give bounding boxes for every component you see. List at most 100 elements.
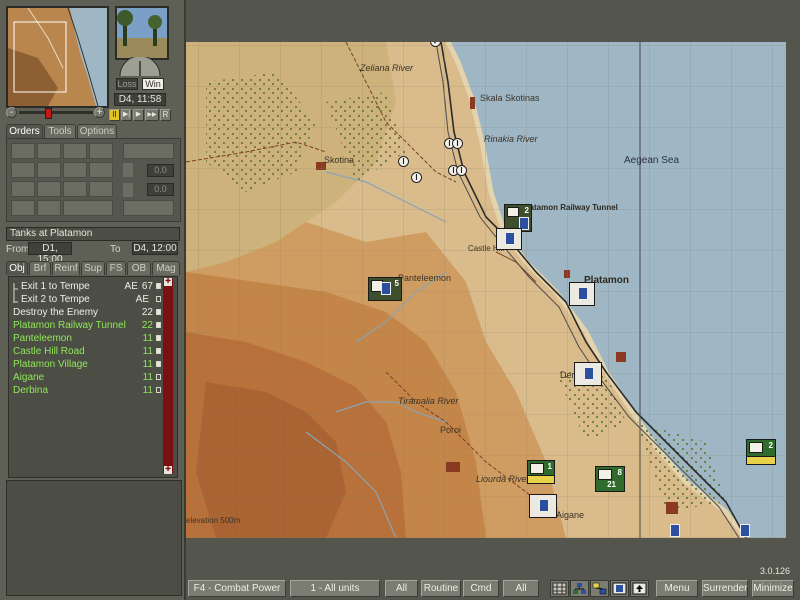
replay-button[interactable]: R [160, 109, 171, 121]
order-attach-button[interactable] [123, 143, 174, 159]
objective-row[interactable]: Panteleemon 11 [9, 332, 161, 345]
zoom-slider-track[interactable] [19, 111, 93, 114]
objective-checkbox[interactable] [156, 283, 161, 289]
tab-reinf[interactable]: Reinf [52, 261, 80, 275]
order-assault-button[interactable] [37, 143, 61, 159]
objective-checkbox[interactable] [156, 322, 161, 328]
objective-checkbox[interactable] [156, 296, 161, 302]
exit-marker-south[interactable] [670, 524, 680, 537]
objective-row[interactable]: Aigane 11 [9, 371, 161, 384]
objective-marker-skotina[interactable]: I [398, 156, 409, 167]
objective-points: 22 [141, 320, 153, 331]
step-button[interactable]: ▶| [121, 109, 132, 121]
order-load-button[interactable] [11, 200, 35, 216]
order-move-button[interactable] [11, 143, 35, 159]
minimize-button[interactable]: Minimize [752, 580, 794, 597]
unit-panteleemon[interactable]: 5 [368, 277, 402, 301]
unit-filter-button[interactable]: 1 - All units [290, 580, 380, 597]
order-target-button[interactable] [63, 162, 87, 178]
play-button[interactable]: ▶ [133, 109, 144, 121]
objective-name: Destroy the Enemy [13, 307, 99, 318]
tab-fs[interactable]: FS [106, 261, 126, 275]
tactical-map[interactable]: Zeliana River Skala Skotinas Rinakia Riv… [186, 42, 786, 538]
victory-gauge: Loss Win [114, 57, 166, 91]
order-fast-move-button[interactable] [63, 143, 87, 159]
enemy-unit-2[interactable]: 2 [746, 439, 776, 465]
all-units-button[interactable]: All [385, 580, 418, 597]
objective-checkbox[interactable] [156, 335, 161, 341]
objective-side: AE [124, 281, 138, 292]
tab-ob[interactable]: OB [127, 261, 151, 275]
objective-value: 11 [139, 358, 153, 371]
tab-options[interactable]: Options [77, 124, 117, 138]
fast-forward-button[interactable]: ▶▶ [145, 109, 159, 121]
tab-obj[interactable]: Obj [6, 261, 28, 275]
unit-connection-icon[interactable] [590, 580, 609, 597]
combat-power-button[interactable]: F4 - Combat Power [188, 580, 286, 597]
order-defend-button[interactable] [89, 162, 113, 178]
order-withdraw-button[interactable] [63, 181, 87, 197]
tab-mag[interactable]: Mag [152, 261, 180, 275]
surrender-button[interactable]: Surrender [702, 580, 748, 597]
objective-checkbox[interactable] [156, 348, 161, 354]
objective-row[interactable]: Exit 1 to Tempe AE 67 [9, 280, 161, 293]
objective-value: AE 67 [125, 280, 153, 293]
minimap-image [8, 8, 107, 106]
exit-arrow-icon[interactable] [630, 580, 649, 597]
minimap[interactable] [6, 6, 109, 108]
unit-castle-hill[interactable] [496, 228, 522, 250]
objective-marker-road[interactable]: I [411, 172, 422, 183]
order-cease-button[interactable] [123, 200, 174, 216]
unit-derbina[interactable] [574, 362, 602, 386]
order-dig-in-button[interactable] [11, 181, 35, 197]
objective-value: 11 [139, 384, 153, 397]
objective-checkbox[interactable] [156, 361, 161, 367]
exit-marker-southeast[interactable] [740, 524, 750, 537]
zoom-slider-handle[interactable] [45, 108, 52, 119]
pause-button[interactable]: II [109, 109, 120, 121]
enemy-unit-1[interactable]: 1 [527, 460, 555, 484]
grid-toggle-icon[interactable] [550, 580, 569, 597]
objective-row[interactable]: Castle Hill Road 11 [9, 345, 161, 358]
all-cmd-button[interactable]: All [503, 580, 539, 597]
objective-checkbox[interactable] [156, 309, 161, 315]
objective-marker-rinakia-b[interactable]: I [452, 138, 463, 149]
objective-checkbox[interactable] [156, 374, 161, 380]
tab-brf[interactable]: Brf [29, 261, 51, 275]
unit-aigane[interactable] [529, 494, 557, 518]
order-unload-button[interactable] [37, 200, 61, 216]
menu-button[interactable]: Menu [656, 580, 698, 597]
objective-row[interactable]: Derbina 11 [9, 384, 161, 397]
objective-row[interactable]: Exit 2 to Tempe AE [9, 293, 161, 306]
objective-checkbox[interactable] [156, 387, 161, 393]
order-smoke-button[interactable] [37, 162, 61, 178]
routine-button[interactable]: Routine [421, 580, 461, 597]
cmd-button[interactable]: Cmd [463, 580, 499, 597]
order-halt-button[interactable] [37, 181, 61, 197]
organization-icon[interactable] [570, 580, 589, 597]
zoom-in-button[interactable]: + [94, 107, 105, 118]
order-probe-button[interactable] [89, 181, 113, 197]
scroll-down-icon[interactable]: ✚ [164, 466, 172, 474]
tab-bar-orders: Orders Tools Options [6, 124, 180, 138]
tab-sup[interactable]: Sup [81, 261, 105, 275]
objective-row[interactable]: Destroy the Enemy 22 [9, 306, 161, 319]
zoom-out-button[interactable]: - [6, 107, 17, 118]
tab-tools[interactable]: Tools [44, 124, 76, 138]
tab-orders[interactable]: Orders [6, 124, 43, 138]
range-field-2[interactable]: 0.0 [147, 183, 174, 196]
objective-scrollbar[interactable]: ✚ ✚ [163, 278, 173, 474]
range-field-1[interactable]: 0.0 [147, 164, 174, 177]
terrain-map[interactable] [186, 42, 786, 538]
objective-marker-rinakia-d[interactable]: I [456, 165, 467, 176]
scroll-up-icon[interactable]: ✚ [164, 278, 172, 286]
objective-row[interactable]: Platamon Railway Tunnel 22 [9, 319, 161, 332]
objective-row[interactable]: Platamon Village 11 [9, 358, 161, 371]
enemy-unit-8[interactable]: 8 21 [595, 466, 625, 492]
tab-bar-info: Obj Brf Reinf Sup FS OB Mag [6, 261, 180, 275]
order-rotate-button[interactable] [89, 143, 113, 159]
unit-symbol-icon[interactable] [610, 580, 629, 597]
unit-platamon[interactable] [569, 282, 595, 306]
order-fire-button[interactable] [11, 162, 35, 178]
order-cancel-button[interactable] [63, 200, 113, 216]
